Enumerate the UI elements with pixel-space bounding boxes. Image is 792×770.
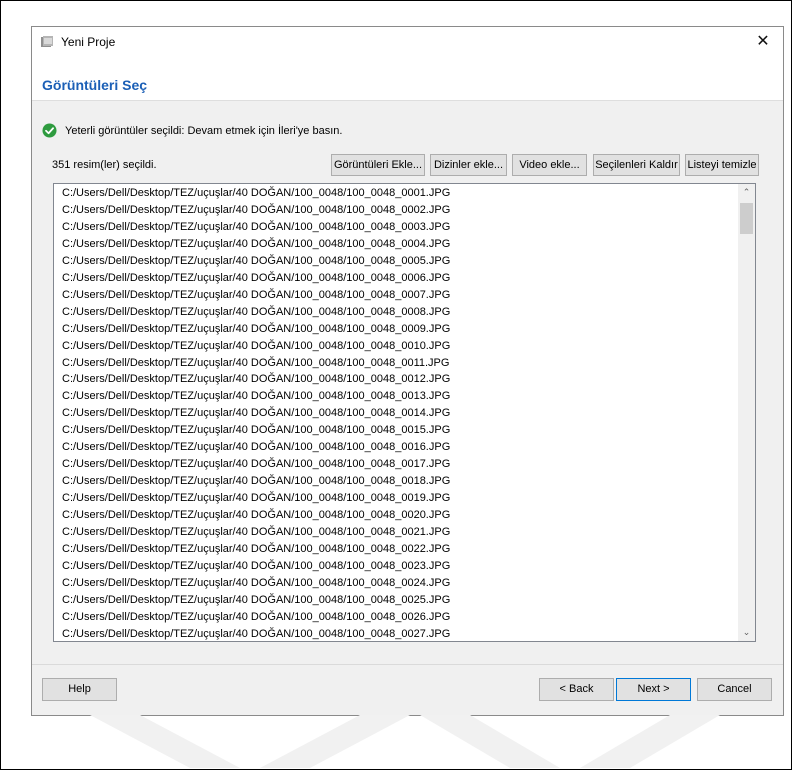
list-item[interactable]: C:/Users/Dell/Desktop/TEZ/uçuşlar/40 DOĞ…: [62, 185, 450, 201]
image-file-list[interactable]: C:/Users/Dell/Desktop/TEZ/uçuşlar/40 DOĞ…: [53, 183, 756, 642]
list-item[interactable]: C:/Users/Dell/Desktop/TEZ/uçuşlar/40 DOĞ…: [62, 287, 450, 303]
list-item[interactable]: C:/Users/Dell/Desktop/TEZ/uçuşlar/40 DOĞ…: [62, 439, 450, 455]
title-bar: Yeni Proje ✕: [32, 27, 783, 56]
selection-count: 351 resim(ler) seçildi.: [52, 159, 157, 171]
next-button[interactable]: Next >: [616, 678, 691, 701]
window-title: Yeni Proje: [61, 35, 116, 49]
list-item[interactable]: C:/Users/Dell/Desktop/TEZ/uçuşlar/40 DOĞ…: [62, 507, 450, 523]
list-item[interactable]: C:/Users/Dell/Desktop/TEZ/uçuşlar/40 DOĞ…: [62, 388, 450, 404]
list-item[interactable]: C:/Users/Dell/Desktop/TEZ/uçuşlar/40 DOĞ…: [62, 405, 450, 421]
add-video-button[interactable]: Video ekle...: [512, 154, 587, 176]
list-item[interactable]: C:/Users/Dell/Desktop/TEZ/uçuşlar/40 DOĞ…: [62, 270, 450, 286]
app-icon: [41, 36, 53, 47]
list-item[interactable]: C:/Users/Dell/Desktop/TEZ/uçuşlar/40 DOĞ…: [62, 456, 450, 472]
clear-list-button[interactable]: Listeyi temizle: [685, 154, 759, 176]
wizard-dialog: Yeni Proje ✕ Görüntüleri Seç Yeterli gör…: [31, 26, 784, 716]
cancel-button[interactable]: Cancel: [697, 678, 772, 701]
close-icon: ✕: [756, 33, 770, 50]
list-item[interactable]: C:/Users/Dell/Desktop/TEZ/uçuşlar/40 DOĞ…: [62, 355, 449, 371]
list-item[interactable]: C:/Users/Dell/Desktop/TEZ/uçuşlar/40 DOĞ…: [62, 371, 450, 387]
add-images-button[interactable]: Görüntüleri Ekle...: [331, 154, 425, 176]
check-circle-icon: [42, 123, 57, 138]
list-item[interactable]: C:/Users/Dell/Desktop/TEZ/uçuşlar/40 DOĞ…: [62, 490, 450, 506]
remove-selected-button[interactable]: Seçilenleri Kaldır: [593, 154, 680, 176]
list-item[interactable]: C:/Users/Dell/Desktop/TEZ/uçuşlar/40 DOĞ…: [62, 219, 450, 235]
scroll-down-button[interactable]: ⌄: [738, 624, 755, 641]
chevron-up-icon: ⌃: [742, 187, 751, 197]
chevron-down-icon: ⌄: [742, 627, 751, 637]
list-item[interactable]: C:/Users/Dell/Desktop/TEZ/uçuşlar/40 DOĞ…: [62, 236, 450, 252]
scroll-up-button[interactable]: ⌃: [738, 184, 755, 201]
list-item[interactable]: C:/Users/Dell/Desktop/TEZ/uçuşlar/40 DOĞ…: [62, 592, 450, 608]
vertical-scrollbar[interactable]: ⌃ ⌄: [738, 184, 755, 641]
page-title: Görüntüleri Seç: [42, 77, 148, 93]
footer-divider: [32, 664, 783, 665]
add-folders-button[interactable]: Dizinler ekle...: [430, 154, 507, 176]
help-button[interactable]: Help: [42, 678, 117, 701]
list-item[interactable]: C:/Users/Dell/Desktop/TEZ/uçuşlar/40 DOĞ…: [62, 626, 450, 641]
list-item[interactable]: C:/Users/Dell/Desktop/TEZ/uçuşlar/40 DOĞ…: [62, 558, 450, 574]
list-item[interactable]: C:/Users/Dell/Desktop/TEZ/uçuşlar/40 DOĞ…: [62, 609, 450, 625]
list-item[interactable]: C:/Users/Dell/Desktop/TEZ/uçuşlar/40 DOĞ…: [62, 202, 450, 218]
list-item[interactable]: C:/Users/Dell/Desktop/TEZ/uçuşlar/40 DOĞ…: [62, 541, 450, 557]
scroll-thumb[interactable]: [740, 203, 753, 234]
status-text: Yeterli görüntüler seçildi: Devam etmek …: [65, 125, 343, 137]
list-item[interactable]: C:/Users/Dell/Desktop/TEZ/uçuşlar/40 DOĞ…: [62, 338, 450, 354]
back-button[interactable]: < Back: [539, 678, 614, 701]
list-item[interactable]: C:/Users/Dell/Desktop/TEZ/uçuşlar/40 DOĞ…: [62, 575, 450, 591]
list-item[interactable]: C:/Users/Dell/Desktop/TEZ/uçuşlar/40 DOĞ…: [62, 253, 450, 269]
list-item[interactable]: C:/Users/Dell/Desktop/TEZ/uçuşlar/40 DOĞ…: [62, 321, 450, 337]
page-header: Görüntüleri Seç: [32, 56, 783, 101]
list-item[interactable]: C:/Users/Dell/Desktop/TEZ/uçuşlar/40 DOĞ…: [62, 304, 450, 320]
list-item[interactable]: C:/Users/Dell/Desktop/TEZ/uçuşlar/40 DOĞ…: [62, 422, 450, 438]
list-item[interactable]: C:/Users/Dell/Desktop/TEZ/uçuşlar/40 DOĞ…: [62, 524, 450, 540]
close-button[interactable]: ✕: [743, 27, 783, 56]
list-item[interactable]: C:/Users/Dell/Desktop/TEZ/uçuşlar/40 DOĞ…: [62, 473, 450, 489]
